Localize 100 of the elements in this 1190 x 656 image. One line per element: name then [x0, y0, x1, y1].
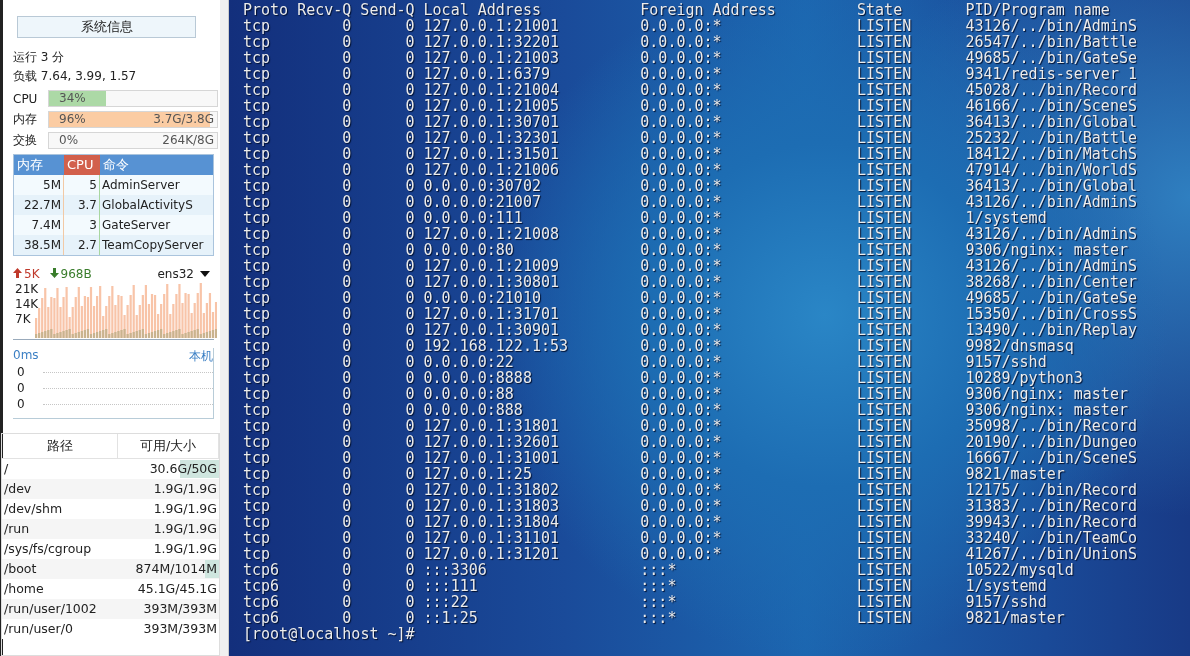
foreign-address-text: 0.0.0.0:*: [640, 434, 723, 450]
state-text: LISTEN: [857, 306, 913, 322]
foreign-address-text: 0.0.0.0:*: [640, 258, 723, 274]
proto-text: tcp: [243, 98, 272, 114]
state-text: LISTEN: [857, 274, 913, 290]
proto-text: tcp: [243, 530, 272, 546]
foreign-address-text: 0.0.0.0:*: [640, 466, 723, 482]
proto-text: tcp: [243, 66, 272, 82]
send-queue-text: 0: [404, 290, 415, 306]
local-address-text: 127.0.0.1:21009: [423, 258, 561, 274]
foreign-address-text: 0.0.0.0:*: [640, 338, 723, 354]
local-address-text: 127.0.0.1:31801: [423, 418, 561, 434]
foreign-address-text: 0.0.0.0:*: [640, 18, 723, 34]
axis-label: 7K: [15, 312, 32, 327]
state-text: LISTEN: [857, 34, 913, 50]
state-text: LISTEN: [857, 226, 913, 242]
foreign-address-text: 0.0.0.0:*: [640, 194, 723, 210]
download-rate: 968B: [49, 267, 92, 281]
foreign-address-text: 0.0.0.0:*: [640, 418, 723, 434]
system-info-button[interactable]: 系统信息: [17, 16, 196, 38]
recv-queue-text: 0: [341, 354, 352, 370]
local-address-text: 127.0.0.1:6379: [423, 66, 551, 82]
proto-text: tcp: [243, 322, 272, 338]
command-cell-text: GateServer: [101, 217, 172, 234]
column-header[interactable]: CPU: [64, 155, 100, 175]
send-queue-text: 0: [404, 386, 415, 402]
recv-queue-text: 0: [341, 226, 352, 242]
column-header[interactable]: 命令: [100, 155, 213, 175]
proto-text: tcp6: [243, 610, 280, 626]
foreign-address-text: 0.0.0.0:*: [640, 450, 723, 466]
local-address-text: 127.0.0.1:30701: [423, 114, 561, 130]
path-cell-text: /boot: [3, 560, 38, 578]
foreign-address-text: 0.0.0.0:*: [640, 178, 723, 194]
program-text: 9982/dnsmasq: [965, 338, 1074, 354]
send-queue-text: 0: [404, 514, 415, 530]
column-header: Send-Q: [359, 2, 415, 18]
dropdown-caret-icon[interactable]: [200, 271, 210, 277]
program-text: 18412/../bin/MatchS: [965, 146, 1138, 162]
foreign-address-text: :::*: [640, 562, 678, 578]
proto-text: tcp: [243, 210, 272, 226]
proto-text: tcp: [243, 114, 272, 130]
local-address-text: 0.0.0.0:22: [423, 354, 515, 370]
local-address-text: 127.0.0.1:32301: [423, 130, 561, 146]
latency-reading: 0: [16, 365, 26, 379]
state-text: LISTEN: [857, 194, 913, 210]
interface-dropdown[interactable]: ens32: [157, 267, 194, 281]
column-header: State: [857, 2, 904, 18]
recv-queue-text: 0: [341, 498, 352, 514]
program-text: 47914/../bin/WorldS: [965, 162, 1138, 178]
foreign-address-text: 0.0.0.0:*: [640, 482, 723, 498]
program-text: 20190/../bin/Dungeo: [965, 434, 1138, 450]
meter-reading: 264K/8G: [162, 133, 214, 148]
state-text: LISTEN: [857, 562, 913, 578]
proto-text: tcp: [243, 370, 272, 386]
recv-queue-text: 0: [341, 402, 352, 418]
local-address-text: 127.0.0.1:30901: [423, 322, 561, 338]
program-text: 9157/sshd: [965, 594, 1048, 610]
foreign-address-text: 0.0.0.0:*: [640, 274, 723, 290]
local-address-text: 127.0.0.1:31804: [423, 514, 561, 530]
recv-queue-text: 0: [341, 194, 352, 210]
foreign-address-text: 0.0.0.0:*: [640, 354, 723, 370]
column-header: 路径: [2, 434, 118, 458]
command-cell-text: GlobalActivityS: [101, 197, 194, 214]
proto-text: tcp: [243, 18, 272, 34]
recv-queue-text: 0: [341, 514, 352, 530]
proto-text: tcp: [243, 34, 272, 50]
program-text: 26547/../bin/Battle: [965, 34, 1138, 50]
foreign-address-text: 0.0.0.0:*: [640, 82, 723, 98]
proto-text: tcp: [243, 546, 271, 562]
proto-text: tcp: [243, 82, 272, 98]
local-address-text: 0.0.0.0:21010: [423, 290, 542, 306]
foreign-address-text: 0.0.0.0:*: [640, 66, 723, 82]
local-address-text: 0.0.0.0:21007: [423, 194, 542, 210]
local-address-text: 127.0.0.1:31201: [423, 546, 561, 562]
state-text: LISTEN: [857, 18, 913, 34]
send-queue-text: 0: [404, 354, 415, 370]
local-address-text: 0.0.0.0:888: [423, 402, 524, 418]
meter-label: 内存: [13, 111, 38, 128]
recv-queue-text: 0: [341, 114, 352, 130]
recv-queue-text: 0: [341, 546, 352, 562]
local-address-text: :::111: [423, 578, 479, 594]
state-text: LISTEN: [857, 210, 913, 226]
send-queue-text: 0: [404, 562, 415, 578]
column-header[interactable]: 内存: [14, 155, 64, 175]
local-address-text: 127.0.0.1:32601: [423, 434, 561, 450]
local-address-text: :::3306: [423, 562, 488, 578]
foreign-address-text: 0.0.0.0:*: [640, 514, 723, 530]
state-text: LISTEN: [857, 82, 913, 98]
program-text: 9821/master: [965, 466, 1066, 482]
foreign-address-text: :::*: [640, 594, 678, 610]
program-text: 49685/../bin/GateSe: [965, 290, 1138, 306]
load-text: 负载 7.64, 3.99, 1.57: [13, 68, 138, 85]
recv-queue-text: 0: [341, 306, 352, 322]
recv-queue-text: 0: [341, 178, 352, 194]
program-text: 9306/nginx: master: [965, 402, 1128, 418]
command-cell-text: AdminServer: [101, 177, 181, 194]
local-address-text: 0.0.0.0:30702: [423, 178, 542, 194]
proto-text: tcp6: [243, 562, 281, 578]
proto-text: tcp6: [243, 578, 281, 594]
send-queue-text: 0: [404, 258, 415, 274]
